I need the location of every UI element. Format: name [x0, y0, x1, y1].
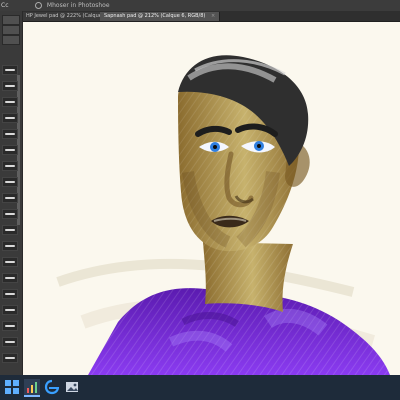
- brush-preset[interactable]: [2, 241, 18, 251]
- search-icon: [35, 2, 42, 9]
- brush-preset[interactable]: [2, 193, 18, 203]
- brush-preset[interactable]: [2, 225, 18, 235]
- tab-label: Sapnash pad @ 212% (Calque 6, RGB/8): [104, 13, 206, 19]
- edge-icon[interactable]: [44, 379, 60, 395]
- brush-preset[interactable]: [2, 145, 18, 155]
- painting: [56, 55, 390, 375]
- brush-presets-icon[interactable]: [2, 15, 20, 25]
- brush-preset[interactable]: [2, 337, 18, 347]
- brush-preset[interactable]: [2, 129, 18, 139]
- brush-preset[interactable]: [2, 161, 18, 171]
- brush-presets-panel: [0, 11, 23, 375]
- tab-document-2[interactable]: Sapnash pad @ 212% (Calque 6, RGB/8) ×: [100, 12, 221, 21]
- brush-preset[interactable]: [2, 305, 18, 315]
- activity-icon[interactable]: [24, 379, 40, 397]
- brush-preset[interactable]: [2, 289, 18, 299]
- brush-preset[interactable]: [2, 97, 18, 107]
- settings-icon[interactable]: [2, 25, 20, 35]
- brush-preset[interactable]: [2, 321, 18, 331]
- brush-preset[interactable]: [2, 177, 18, 187]
- brush-preset[interactable]: [2, 273, 18, 283]
- brush-preset[interactable]: [2, 209, 18, 219]
- app-logo: Cc: [1, 2, 9, 9]
- brush-preset[interactable]: [2, 257, 18, 267]
- brush-preset[interactable]: [2, 113, 18, 123]
- document-tabbar: HP Jewel pad @ 222% (Calque 1, RGB/8) × …: [22, 11, 400, 22]
- taskbar: [0, 375, 400, 400]
- search-box[interactable]: Mhoser in Photoshoe: [35, 0, 110, 11]
- brush-preset[interactable]: [2, 65, 18, 75]
- menubar: Cc Mhoser in Photoshoe: [0, 0, 400, 11]
- close-icon[interactable]: ×: [211, 13, 215, 19]
- start-icon[interactable]: [4, 379, 20, 395]
- document-canvas[interactable]: [23, 22, 400, 375]
- panel-button[interactable]: [2, 35, 20, 45]
- photos-icon[interactable]: [64, 379, 80, 395]
- search-text: Mhoser in Photoshoe: [46, 2, 110, 9]
- brush-preset[interactable]: [2, 353, 18, 363]
- brush-preset[interactable]: [2, 81, 18, 91]
